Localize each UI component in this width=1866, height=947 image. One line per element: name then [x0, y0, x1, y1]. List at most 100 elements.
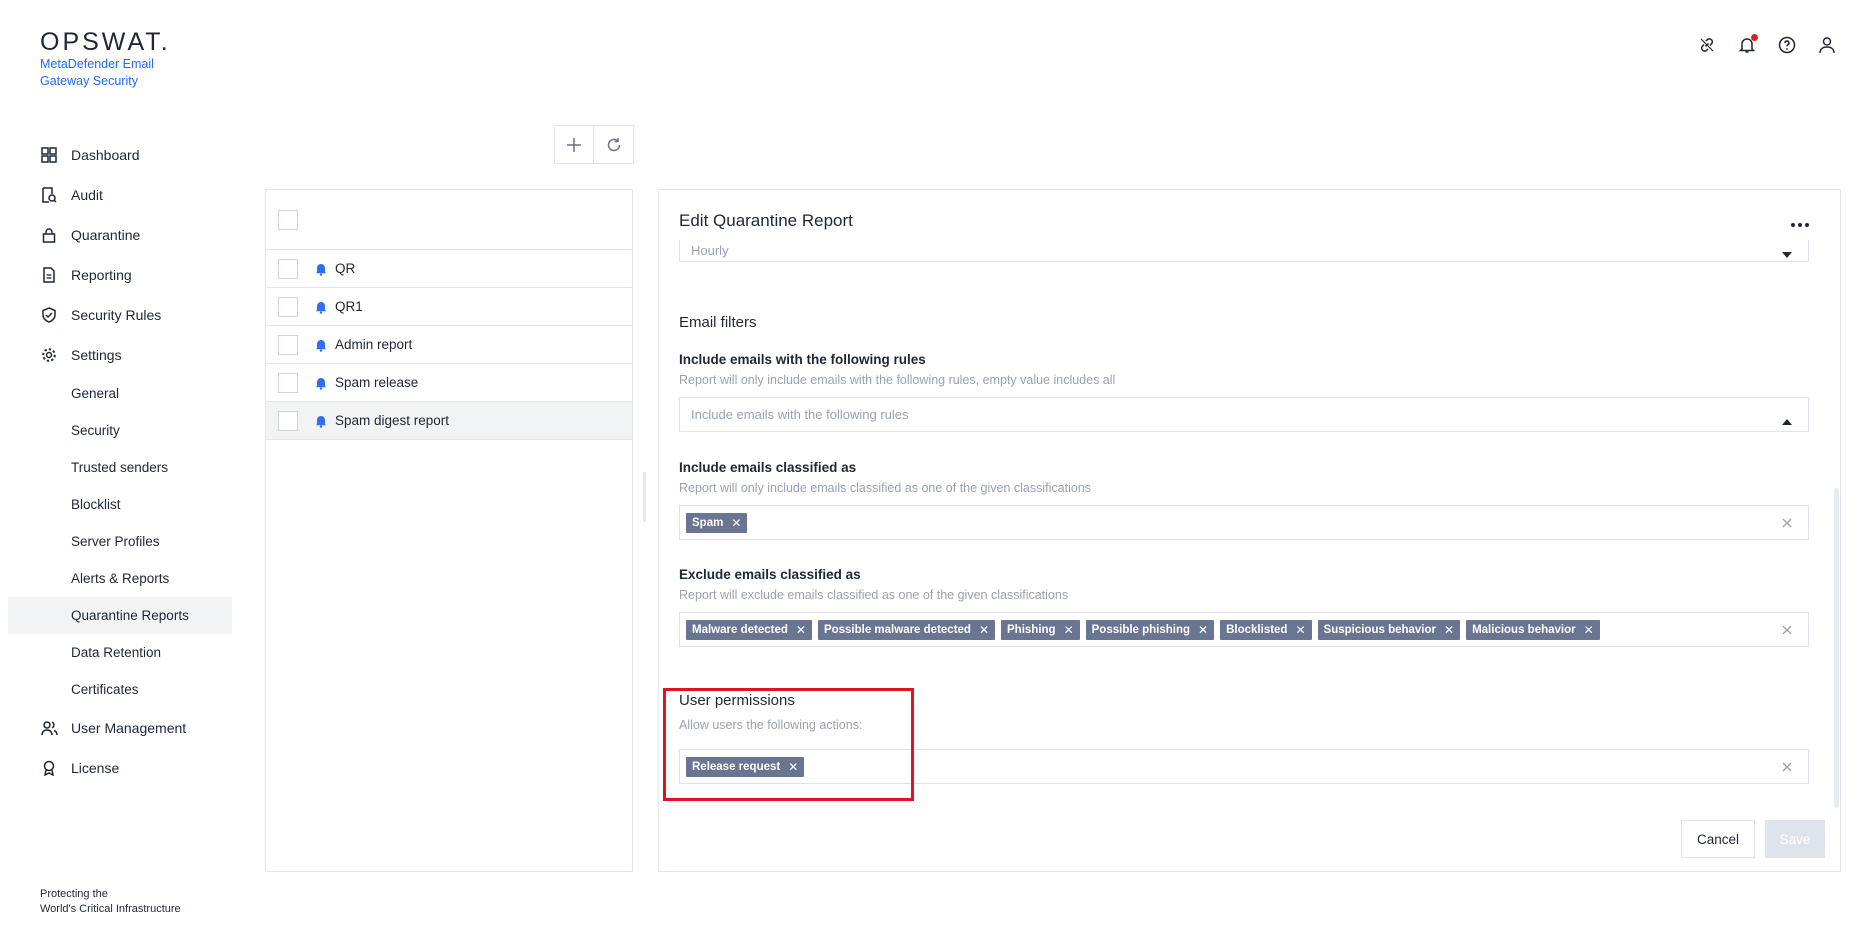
user-profile-icon[interactable] [1818, 36, 1836, 54]
chip-label: Blocklisted [1226, 623, 1288, 636]
nav-item-reporting[interactable]: Reporting [8, 255, 232, 295]
refresh-icon [607, 137, 620, 151]
nav-label: Settings [71, 347, 122, 363]
lock-icon [40, 226, 58, 244]
scrollbar-thumb[interactable] [1834, 488, 1839, 808]
add-report-button[interactable] [554, 125, 594, 164]
link-icon[interactable] [1698, 36, 1716, 54]
dashboard-icon [40, 146, 58, 164]
notification-dot [1751, 34, 1758, 41]
tagline-line-1: Protecting the [40, 888, 108, 900]
settings-sub-data-retention[interactable]: Data Retention [8, 634, 232, 671]
exclude-classified-label: Exclude emails classified as [679, 567, 861, 582]
settings-sub-security[interactable]: Security [8, 412, 232, 449]
include-rules-select[interactable]: Include emails with the following rules [679, 397, 1809, 432]
panel-resize-handle[interactable] [643, 472, 646, 522]
user-permissions-select[interactable]: Release request ✕ [679, 749, 1809, 784]
bell-icon [314, 300, 328, 314]
nav-label: Security Rules [71, 307, 162, 323]
report-name: Spam release [335, 375, 419, 390]
document-icon [40, 266, 58, 284]
list-item[interactable]: QR [266, 250, 632, 288]
clear-icon[interactable] [1782, 515, 1792, 531]
nav-item-quarantine[interactable]: Quarantine [8, 215, 232, 255]
include-classified-select[interactable]: Spam ✕ [679, 505, 1809, 540]
bell-icon [314, 376, 328, 390]
help-icon[interactable] [1778, 36, 1796, 54]
classification-chip: Suspicious behavior ✕ [1317, 619, 1461, 640]
settings-sub-server-profiles[interactable]: Server Profiles [8, 523, 232, 560]
users-icon [40, 719, 58, 737]
report-name: QR1 [335, 299, 363, 314]
include-rules-placeholder: Include emails with the following rules [691, 407, 909, 422]
nav-item-audit[interactable]: Audit [8, 175, 232, 215]
sidebar: OPSWAT. MetaDefender Email Gateway Secur… [0, 0, 240, 947]
nav-item-license[interactable]: License [8, 748, 232, 788]
remove-chip-icon[interactable]: ✕ [1198, 623, 1208, 637]
save-button[interactable]: Save [1765, 820, 1825, 858]
row-checkbox[interactable] [278, 296, 298, 317]
nav-label: Audit [71, 187, 103, 203]
remove-chip-icon[interactable]: ✕ [1295, 623, 1305, 637]
classification-chip: Malicious behavior ✕ [1466, 619, 1600, 640]
exclude-classified-select[interactable]: Malware detected ✕ Possible malware detec… [679, 612, 1809, 647]
shield-check-icon [40, 306, 58, 324]
clear-icon[interactable] [1782, 622, 1792, 638]
edit-report-panel: Edit Quarantine Report Hourly Email filt… [658, 189, 1841, 872]
classification-chip: Blocklisted ✕ [1220, 619, 1312, 640]
email-filters-heading: Email filters [679, 314, 757, 331]
chip-label: Malicious behavior [1472, 623, 1576, 636]
plus-icon [567, 137, 581, 152]
chip-label: Possible phishing [1091, 623, 1191, 636]
settings-sub-general[interactable]: General [8, 375, 232, 412]
row-checkbox[interactable] [278, 258, 298, 279]
opswat-logo[interactable]: OPSWAT. [40, 28, 171, 57]
row-checkbox[interactable] [278, 410, 298, 431]
chip-label: Phishing [1007, 623, 1056, 636]
more-options-icon[interactable] [1790, 215, 1810, 231]
settings-sub-alerts-reports[interactable]: Alerts & Reports [8, 560, 232, 597]
clear-icon[interactable] [1782, 759, 1792, 775]
report-name: QR [335, 261, 356, 276]
remove-chip-icon[interactable]: ✕ [788, 760, 798, 774]
remove-chip-icon[interactable]: ✕ [1064, 623, 1074, 637]
settings-sub-certificates[interactable]: Certificates [8, 671, 232, 708]
report-name: Spam digest report [335, 413, 450, 428]
remove-chip-icon[interactable]: ✕ [979, 623, 989, 637]
row-checkbox[interactable] [278, 372, 298, 393]
list-item[interactable]: Admin report [266, 326, 632, 364]
list-item[interactable]: QR1 [266, 288, 632, 326]
permission-chip: Release request ✕ [686, 756, 805, 777]
settings-sub-trusted-senders[interactable]: Trusted senders [8, 449, 232, 486]
frequency-select[interactable]: Hourly [679, 240, 1809, 262]
chip-label: Spam [692, 516, 724, 529]
remove-chip-icon[interactable]: ✕ [1584, 623, 1594, 637]
bell-notification-icon[interactable] [1738, 34, 1758, 54]
caret-up-icon [1782, 412, 1792, 428]
row-checkbox[interactable] [278, 334, 298, 355]
exclude-classified-hint: Report will exclude emails classified as… [679, 588, 1069, 602]
frequency-value: Hourly [691, 243, 729, 258]
nav-item-security-rules[interactable]: Security Rules [8, 295, 232, 335]
nav-item-user-management[interactable]: User Management [8, 708, 232, 748]
chip-label: Suspicious behavior [1323, 623, 1437, 636]
chip-label: Release request [692, 760, 781, 773]
list-item-selected[interactable]: Spam digest report [266, 402, 632, 440]
top-right-icons [1698, 34, 1836, 54]
nav-item-dashboard[interactable]: Dashboard [8, 135, 232, 175]
product-name: MetaDefender Email Gateway Security [40, 57, 154, 88]
remove-chip-icon[interactable]: ✕ [1444, 623, 1454, 637]
cancel-button[interactable]: Cancel [1681, 820, 1755, 858]
remove-chip-icon[interactable]: ✕ [796, 623, 806, 637]
footer-tagline: Protecting the World's Critical Infrastr… [40, 887, 181, 917]
classification-chip: Phishing ✕ [1001, 619, 1080, 640]
chip-label: Malware detected [692, 623, 788, 636]
list-item[interactable]: Spam release [266, 364, 632, 402]
select-all-checkbox[interactable] [278, 209, 298, 230]
settings-sub-blocklist[interactable]: Blocklist [8, 486, 232, 523]
nav-item-settings[interactable]: Settings [8, 335, 232, 375]
refresh-button[interactable] [594, 125, 634, 164]
settings-sub-quarantine-reports[interactable]: Quarantine Reports [8, 597, 232, 634]
remove-chip-icon[interactable]: ✕ [731, 516, 741, 530]
license-icon [40, 759, 58, 777]
